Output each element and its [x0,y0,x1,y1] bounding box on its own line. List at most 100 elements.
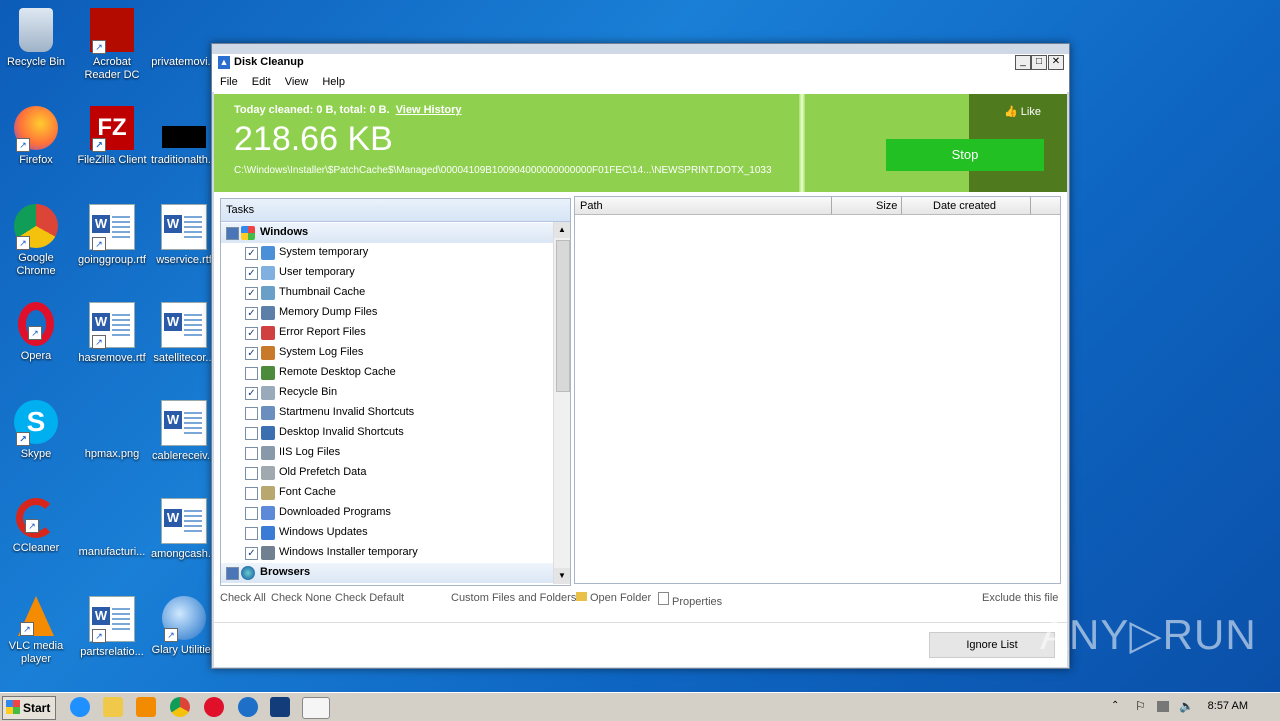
task-item[interactable]: Downloaded Programs [221,503,553,523]
group-checkbox[interactable] [226,227,239,240]
ignore-list-button[interactable]: Ignore List [929,632,1055,658]
task-item[interactable]: ✓ System temporary [221,243,553,263]
menu-view[interactable]: View [277,72,315,88]
desktop-icon-hasremove[interactable]: W ↗ hasremove.rtf [76,302,148,365]
title-bar[interactable]: ▲ Disk Cleanup _ □ ✕ [212,54,1069,72]
task-checkbox[interactable] [245,407,258,420]
column-path[interactable]: Path [580,200,603,212]
task-checkbox[interactable] [245,527,258,540]
exclude-file-link[interactable]: Exclude this file [982,592,1058,604]
media-player-icon[interactable] [136,697,156,717]
task-item[interactable]: Desktop Invalid Shortcuts [221,423,553,443]
custom-files-link[interactable]: Custom Files and Folders [451,592,576,604]
app-taskbar-icon[interactable] [270,697,290,717]
clock[interactable]: 8:57 AM [1208,700,1248,712]
task-group-browsers[interactable]: Browsers [221,563,553,583]
task-item[interactable]: ✓ Error Report Files [221,323,553,343]
task-item[interactable]: IIS Log Files [221,443,553,463]
task-checkbox[interactable] [245,507,258,520]
desktop-icon-firefox[interactable]: ↗ Firefox [0,106,72,167]
task-checkbox[interactable]: ✓ [245,267,258,280]
task-checkbox[interactable]: ✓ [245,387,258,400]
task-checkbox[interactable]: ✓ [245,307,258,320]
desktop-icon-acrobat[interactable]: ↗ Acrobat Reader DC [76,8,148,82]
task-item[interactable]: ✓ Thumbnail Cache [221,283,553,303]
start-button[interactable]: Start [2,696,56,720]
desktop-icon-vlc[interactable]: ↗ VLC media player [0,596,72,666]
task-item-icon [261,326,275,340]
menu-help[interactable]: Help [314,72,351,88]
task-item[interactable]: ✓ System Log Files [221,343,553,363]
desktop-icon-recycle-bin[interactable]: Recycle Bin [0,8,72,69]
desktop-icon-satellitecor[interactable]: W satellitecor... [148,302,220,365]
scroll-down-icon[interactable]: ▼ [554,568,570,584]
task-checkbox[interactable] [245,447,258,460]
desktop-icon-skype[interactable]: S ↗ Skype [0,400,72,461]
task-checkbox[interactable]: ✓ [245,247,258,260]
menu-edit[interactable]: Edit [244,72,277,88]
task-item[interactable]: Remote Desktop Cache [221,363,553,383]
task-item[interactable]: Font Cache [221,483,553,503]
close-button[interactable]: ✕ [1048,55,1064,70]
desktop-icon-cablereceiv[interactable]: W cablereceiv... [148,400,220,463]
desktop-icon-amongcash[interactable]: W amongcash... [148,498,220,561]
chrome-taskbar-icon[interactable] [170,697,190,717]
task-item[interactable]: Old Prefetch Data [221,463,553,483]
show-hidden-icons-icon[interactable]: ⌃ [1111,700,1119,711]
desktop-icon-chrome[interactable]: ↗ Google Chrome [0,204,72,278]
desktop-icon-goinggroup[interactable]: W ↗ goinggroup.rtf [76,204,148,267]
check-all-link[interactable]: Check All [220,592,266,604]
like-button[interactable]: 👍 Like [1004,105,1041,118]
app-icon: ▲ [218,56,230,69]
flag-icon[interactable]: ⚐ [1135,699,1146,713]
task-checkbox[interactable]: ✓ [245,547,258,560]
open-folder-button[interactable]: Open Folder [576,592,651,604]
desktop-icon-traditionalth[interactable]: traditionalth... [148,106,220,167]
desktop-icon-partsrelatio[interactable]: W ↗ partsrelatio... [76,596,148,659]
desktop-icon-hpmax[interactable]: hpmax.png [76,400,148,461]
volume-icon[interactable]: 🔈 [1179,699,1194,713]
task-checkbox[interactable] [245,367,258,380]
task-checkbox[interactable] [245,487,258,500]
task-item[interactable]: ✓ Memory Dump Files [221,303,553,323]
task-checkbox[interactable]: ✓ [245,327,258,340]
task-item[interactable]: Startmenu Invalid Shortcuts [221,403,553,423]
task-item[interactable]: ✓ Recycle Bin [221,383,553,403]
desktop-icon-privatemovi[interactable]: privatemovi... [148,8,220,69]
desktop-icon-manufacturi[interactable]: manufacturi... [76,498,148,559]
task-item[interactable]: ✓ Windows Installer temporary [221,543,553,563]
task-checkbox[interactable]: ✓ [245,347,258,360]
desktop-icon-opera[interactable]: ↗ Opera [0,302,72,363]
scroll-thumb[interactable] [556,240,570,392]
desktop-icon-filezilla[interactable]: FZ ↗ FileZilla Client [76,106,148,167]
check-none-link[interactable]: Check None [271,592,332,604]
disk-cleanup-taskbar-icon[interactable] [302,697,330,719]
properties-button[interactable]: Properties [658,592,722,608]
task-item-icon [261,406,275,420]
desktop-icon-ccleaner[interactable]: ↗ CCleaner [0,498,72,555]
opera-taskbar-icon[interactable] [204,697,224,717]
view-history-link[interactable]: View History [396,104,462,116]
scroll-up-icon[interactable]: ▲ [554,222,570,238]
task-group-windows[interactable]: Windows [221,223,553,243]
check-default-link[interactable]: Check Default [335,592,404,604]
tasks-scrollbar[interactable]: ▲ ▼ [553,222,570,584]
task-item[interactable]: Windows Updates [221,523,553,543]
task-checkbox[interactable] [245,427,258,440]
desktop-icon-glary[interactable]: ↗ Glary Utilities [148,596,220,657]
maximize-button[interactable]: □ [1031,55,1047,70]
task-checkbox[interactable]: ✓ [245,287,258,300]
stop-button[interactable]: Stop [886,139,1044,171]
column-date-created[interactable]: Date created [933,200,996,212]
glary-taskbar-icon[interactable] [238,697,258,717]
task-item[interactable]: ✓ User temporary [221,263,553,283]
menu-file[interactable]: File [212,72,244,88]
task-checkbox[interactable] [245,467,258,480]
column-size[interactable]: Size [876,200,897,212]
explorer-icon[interactable] [103,697,123,717]
desktop-icon-wservice[interactable]: W wservice.rtf [148,204,220,267]
group-checkbox[interactable] [226,567,239,580]
network-icon[interactable] [1157,701,1169,712]
minimize-button[interactable]: _ [1015,55,1031,70]
ie-icon[interactable] [70,697,90,717]
